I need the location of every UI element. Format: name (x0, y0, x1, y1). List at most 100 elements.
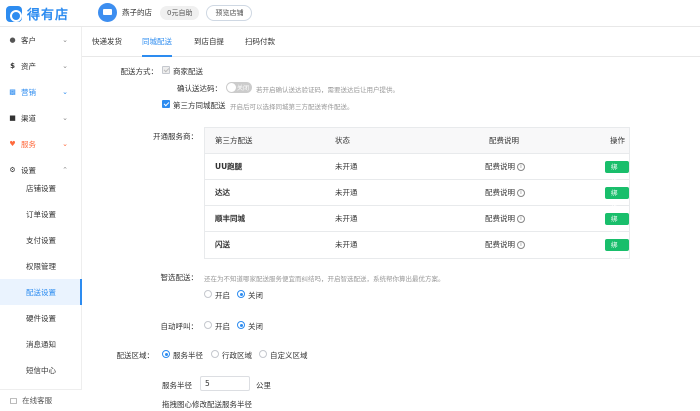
heart-icon: ♥ (9, 140, 16, 148)
service-provider-label: 开通服务商： (153, 132, 198, 141)
sidebar-item-service[interactable]: ♥ 服务 ⌄ (0, 131, 82, 157)
merchant-delivery-checkbox[interactable] (162, 66, 170, 74)
column-header: 第三方配送 (215, 136, 253, 145)
tab-express[interactable]: 快递发货 (92, 27, 122, 57)
sidebar: ● 客户 ⌄ $ 资产 ⌄ ▩ 营销 ⌄ ■ 渠道 ⌄ ♥ 服务 ⌄ ⚙ 设置 … (0, 27, 82, 411)
auto-call-off-radio[interactable] (237, 321, 245, 329)
sidebar-sub-delivery-settings[interactable]: 配送设置 (0, 279, 82, 305)
sidebar-item-label: 客户 (21, 35, 36, 45)
provider-status: 未开通 (335, 214, 358, 223)
chevron-down-icon: ⌄ (62, 88, 68, 96)
chevron-up-icon: ⌃ (62, 166, 68, 174)
provider-name: 闪送 (215, 240, 230, 249)
sidebar-item-customer[interactable]: ● 客户 ⌄ (0, 27, 82, 53)
sidebar-item-label: 渠道 (21, 113, 36, 123)
delivery-area-label: 配送区域： (116, 351, 155, 360)
table-row: 达达 未开通 配费说明 i 绑定 (205, 180, 629, 209)
sidebar-sub-hardware[interactable]: 硬件设置 (0, 305, 82, 331)
sidebar-item-label: 设置 (21, 165, 36, 175)
sidebar-sub-notifications[interactable]: 消息通知 (0, 331, 82, 357)
table-row: 顺丰同城 未开通 配费说明 i 绑定 (205, 206, 629, 235)
sidebar-item-label: 资产 (21, 61, 36, 71)
sidebar-item-marketing[interactable]: ▩ 营销 ⌄ (0, 79, 82, 105)
provider-name: 顺丰同城 (215, 214, 245, 223)
radius-label: 服务半径 (162, 381, 192, 390)
provider-name: 达达 (215, 188, 230, 197)
third-party-delivery-checkbox[interactable] (162, 100, 170, 108)
area-admin-label: 行政区域 (222, 351, 252, 360)
bind-button[interactable]: 绑定 (605, 187, 629, 209)
table-row: 闪送 未开通 配费说明 i 绑定 (205, 232, 629, 261)
sidebar-item-label: 营销 (21, 87, 36, 97)
fee-info-text: 配费说明 (485, 188, 515, 197)
radius-input[interactable]: 5 (200, 376, 250, 391)
tab-city-delivery[interactable]: 同城配送 (142, 27, 172, 57)
provider-status: 未开通 (335, 188, 358, 197)
third-party-delivery-hint: 开启后可以选择同城第三方配送寄件配送。 (230, 103, 354, 111)
bind-button[interactable]: 绑定 (605, 161, 629, 183)
top-bar: 得有店 燕子的店 0元自助 预览店铺 (0, 0, 700, 27)
sidebar-sub-permission[interactable]: 权限管理 (0, 253, 82, 279)
area-radius-label: 服务半径 (173, 351, 203, 360)
gear-icon: ⚙ (9, 166, 16, 174)
sidebar-sub-payment-settings[interactable]: 支付设置 (0, 227, 82, 253)
smart-delivery-on-radio[interactable] (204, 290, 212, 298)
column-header: 状态 (335, 136, 350, 145)
dollar-icon: $ (10, 62, 15, 70)
fee-info-text: 配费说明 (485, 162, 515, 171)
smart-delivery-off-label: 关闭 (248, 291, 263, 300)
info-icon[interactable]: i (517, 189, 525, 197)
preview-store-button[interactable]: 预览店铺 (206, 4, 253, 21)
provider-status: 未开通 (335, 240, 358, 249)
auto-call-on-radio[interactable] (204, 321, 212, 329)
main-content: 快递发货 同城配送 到店自提 扫码付款 配送方式： 商家配送 确认送达码： 关闭… (82, 27, 700, 411)
chevron-down-icon: ⌄ (62, 114, 68, 122)
logo[interactable]: 得有店 (6, 4, 69, 23)
provider-status: 未开通 (335, 162, 358, 171)
sidebar-sub-sms[interactable]: 短信中心 (0, 357, 82, 383)
tab-self-pickup[interactable]: 到店自提 (194, 27, 224, 57)
sidebar-item-assets[interactable]: $ 资产 ⌄ (0, 53, 82, 79)
user-icon: ● (9, 36, 16, 44)
online-service-button[interactable]: □ 在线客服 (0, 389, 82, 411)
info-icon[interactable]: i (517, 163, 525, 171)
fee-info-text: 配费说明 (485, 240, 515, 249)
info-icon[interactable]: i (517, 215, 525, 223)
area-radius-radio[interactable] (162, 350, 170, 358)
sidebar-sub-order-settings[interactable]: 订单设置 (0, 201, 82, 227)
toggle-text: 关闭 (236, 85, 249, 92)
fee-info-link[interactable]: 配费说明 i (485, 206, 525, 232)
area-admin-radio[interactable] (211, 350, 219, 358)
third-party-delivery-label: 第三方同城配送 (173, 101, 226, 110)
confirm-code-hint: 若开启确认送达验证码，需要送达后让用户提供。 (256, 86, 399, 94)
store-name[interactable]: 燕子的店 (122, 7, 152, 18)
auto-call-label: 自动呼叫： (160, 322, 199, 331)
smart-delivery-on-label: 开启 (215, 291, 230, 300)
fee-info-link[interactable]: 配费说明 i (485, 232, 525, 258)
info-icon[interactable]: i (517, 241, 525, 249)
fee-info-link[interactable]: 配费说明 i (485, 180, 525, 206)
tab-bar: 快递发货 同城配送 到店自提 扫码付款 (82, 27, 700, 57)
confirm-code-label: 确认送达码： (177, 84, 222, 93)
tab-scan-pay[interactable]: 扫码付款 (245, 27, 275, 57)
confirm-code-toggle[interactable]: 关闭 (226, 82, 252, 93)
store-avatar-icon[interactable] (98, 3, 117, 22)
sidebar-item-channel[interactable]: ■ 渠道 ⌄ (0, 105, 82, 131)
bind-button[interactable]: 绑定 (605, 239, 629, 261)
area-custom-radio[interactable] (259, 350, 267, 358)
channel-icon: ■ (9, 114, 16, 122)
radius-unit: 公里 (256, 381, 271, 390)
chevron-down-icon: ⌄ (62, 62, 68, 70)
logo-text: 得有店 (27, 8, 70, 23)
sidebar-sub-store-settings[interactable]: 店铺设置 (0, 175, 82, 201)
chat-icon: □ (10, 396, 18, 405)
bind-button[interactable]: 绑定 (605, 213, 629, 235)
fee-info-link[interactable]: 配费说明 i (485, 154, 525, 180)
chevron-down-icon: ⌄ (62, 36, 68, 44)
chart-icon: ▩ (9, 88, 16, 96)
sidebar-item-label: 服务 (21, 139, 36, 149)
logo-icon (6, 5, 22, 22)
table-row: UU跑腿 未开通 配费说明 i 绑定 (205, 154, 629, 183)
store-switcher: 燕子的店 0元自助 预览店铺 (98, 3, 253, 22)
smart-delivery-off-radio[interactable] (237, 290, 245, 298)
